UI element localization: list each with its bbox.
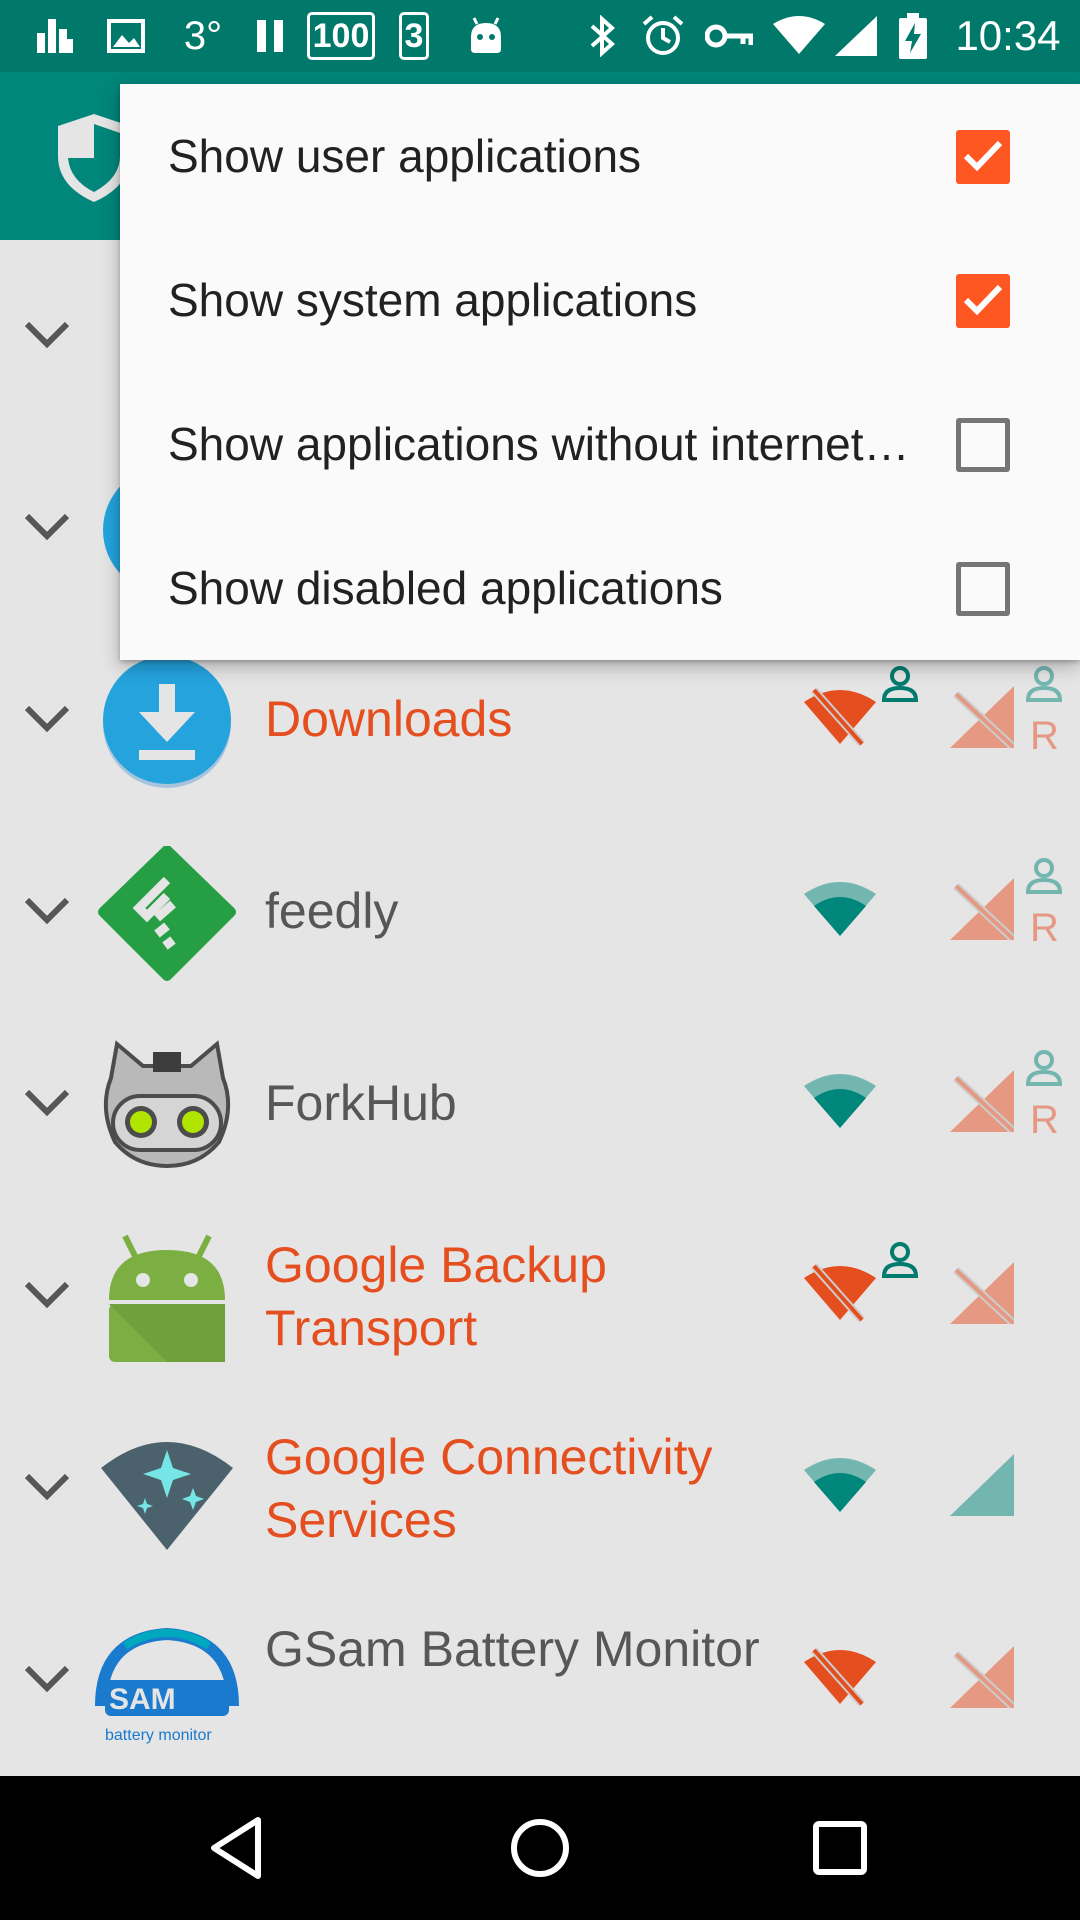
menu-item-label: Show system applications [168,274,698,326]
menu-item-show-system-apps[interactable]: Show system applications [120,228,1080,372]
battery-charging-icon [898,0,928,72]
home-icon[interactable] [500,1808,580,1888]
back-icon[interactable] [200,1808,280,1888]
wifi-signal-icon [772,0,826,72]
menu-item-show-disabled-apps[interactable]: Show disabled applications [120,516,1080,660]
checkbox-unchecked[interactable] [956,418,1010,472]
checkbox-checked[interactable] [956,274,1010,328]
filter-popup-menu: Show user applications Show system appli… [120,84,1080,660]
vpn-key-icon [704,0,754,72]
checkbox-checked[interactable] [956,130,1010,184]
menu-item-show-user-apps[interactable]: Show user applications [120,84,1080,228]
clock: 10:34 [955,12,1061,59]
alarm-icon [640,0,686,72]
cell-signal-icon [834,0,878,72]
pause-icon [256,0,286,72]
recent-apps-icon[interactable] [800,1808,880,1888]
image-icon [106,0,146,72]
signal-bars-icon [36,0,74,72]
menu-item-label: Show applications without internet permi… [168,418,920,470]
bluetooth-icon [586,0,618,72]
status-bar: 3° 100 3 10:34 [0,0,1080,72]
android-icon [466,0,506,72]
battery-level-badge: 100 [306,0,376,72]
menu-item-label: Show user applications [168,130,642,182]
temperature-text: 3° [183,13,223,58]
menu-item-label: Show disabled applications [168,562,723,614]
navigation-bar [0,1776,1080,1920]
checkbox-unchecked[interactable] [956,562,1010,616]
count-badge: 3 [392,0,436,72]
menu-item-show-no-internet-apps[interactable]: Show applications without internet permi… [120,372,1080,516]
screen: 3° 100 3 10:34 Downloads R feedly R Fork… [0,0,1080,1920]
